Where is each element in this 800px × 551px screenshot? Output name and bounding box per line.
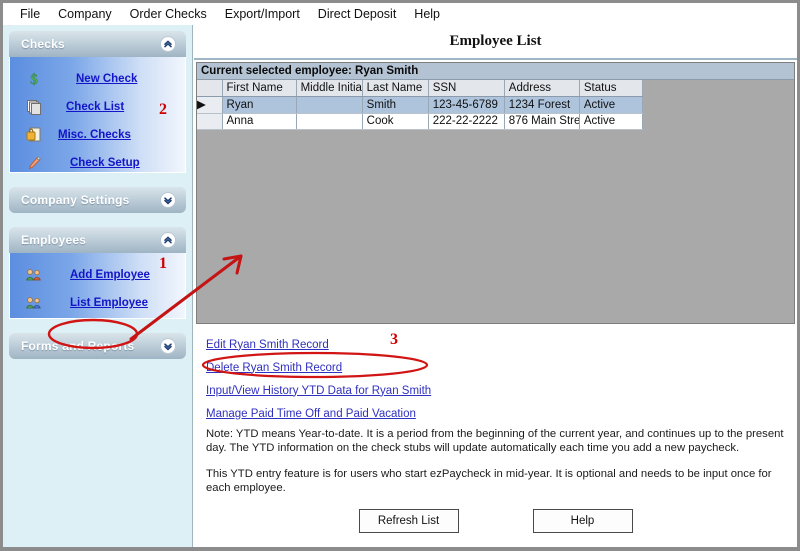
panel-header-employees[interactable]: Employees — [9, 227, 186, 253]
cell-first-name[interactable]: Anna — [222, 113, 296, 129]
chevron-down-icon[interactable] — [160, 192, 176, 208]
column-header-ssn[interactable]: SSN — [428, 80, 504, 96]
cell-first-name[interactable]: Ryan — [222, 96, 296, 113]
dollar-icon: $ — [24, 70, 44, 88]
panel-title-checks: Checks — [21, 37, 65, 51]
menu-item-direct-deposit[interactable]: Direct Deposit — [309, 5, 406, 23]
panel-checks: Checks $ New Check — [9, 31, 186, 173]
panel-forms-and-reports: Forms and Reports — [9, 333, 186, 359]
panel-title-employees: Employees — [21, 233, 86, 247]
employee-grid[interactable]: Current selected employee: Ryan Smith Fi… — [196, 62, 795, 324]
grid-caption: Current selected employee: Ryan Smith — [197, 63, 794, 80]
panel-header-checks[interactable]: Checks — [9, 31, 186, 57]
sidebar-item-misc-checks[interactable]: Misc. Checks — [14, 121, 181, 149]
sidebar-item-add-employee[interactable]: Add Employee — [14, 261, 181, 289]
cell-address[interactable]: 876 Main Stre — [504, 113, 579, 129]
cell-last-name[interactable]: Cook — [362, 113, 428, 129]
panel-company-settings: Company Settings — [9, 187, 186, 213]
sidebar-item-label: Add Employee — [70, 269, 150, 281]
notes-block: Note: YTD means Year-to-date. It is a pe… — [206, 427, 786, 507]
row-selector-arrow-icon[interactable]: ▶ — [197, 96, 222, 113]
sidebar: Checks $ New Check — [3, 25, 193, 551]
menu-bar: File Company Order Checks Export/Import … — [3, 3, 797, 25]
input-view-ytd-link[interactable]: Input/View History YTD Data for Ryan Smi… — [206, 385, 431, 397]
users-icon — [24, 266, 44, 284]
link-row: Edit Ryan Smith Record — [206, 333, 766, 356]
column-header-middle-initial[interactable]: Middle Initial — [296, 80, 362, 96]
title-divider — [194, 58, 797, 60]
table-header-row: First Name Middle Initial Last Name SSN … — [197, 80, 643, 96]
table-row[interactable]: Anna Cook 222-22-2222 876 Main Stre Acti… — [197, 113, 643, 129]
sidebar-item-label: New Check — [76, 73, 137, 85]
menu-item-company[interactable]: Company — [49, 5, 121, 23]
panel-title-forms-and-reports: Forms and Reports — [21, 339, 134, 353]
sidebar-item-new-check[interactable]: $ New Check — [14, 65, 181, 93]
column-header-address[interactable]: Address — [504, 80, 579, 96]
record-action-links: Edit Ryan Smith Record Delete Ryan Smith… — [206, 333, 766, 425]
cell-last-name[interactable]: Smith — [362, 96, 428, 113]
main-content: Employee List Current selected employee:… — [194, 25, 797, 551]
menu-item-order-checks[interactable]: Order Checks — [121, 5, 216, 23]
panel-header-forms-and-reports[interactable]: Forms and Reports — [9, 333, 186, 359]
panel-title-company-settings: Company Settings — [21, 193, 130, 207]
delete-record-link[interactable]: Delete Ryan Smith Record — [206, 362, 342, 374]
wrench-icon — [24, 154, 44, 172]
page-title: Employee List — [194, 33, 797, 50]
sidebar-item-check-setup[interactable]: Check Setup — [14, 149, 181, 177]
help-button[interactable]: Help — [533, 509, 633, 533]
link-row: Input/View History YTD Data for Ryan Smi… — [206, 379, 766, 402]
menu-item-help[interactable]: Help — [405, 5, 449, 23]
panel-header-company-settings[interactable]: Company Settings — [9, 187, 186, 213]
manage-pto-link[interactable]: Manage Paid Time Off and Paid Vacation — [206, 408, 416, 420]
sidebar-item-list-employee[interactable]: List Employee — [14, 289, 181, 317]
link-row: Delete Ryan Smith Record — [206, 356, 766, 379]
button-bar: Refresh List Help — [194, 509, 797, 533]
chevron-up-icon[interactable] — [160, 36, 176, 52]
note-ytd-usage: This YTD entry feature is for users who … — [206, 467, 786, 495]
menu-item-file[interactable]: File — [11, 5, 49, 23]
chevron-down-icon[interactable] — [160, 338, 176, 354]
link-row: Manage Paid Time Off and Paid Vacation — [206, 402, 766, 425]
document-lock-icon — [24, 126, 44, 144]
cell-status[interactable]: Active — [579, 113, 642, 129]
row-selector-header — [197, 80, 222, 96]
row-selector[interactable] — [197, 113, 222, 129]
column-header-first-name[interactable]: First Name — [222, 80, 296, 96]
cell-status[interactable]: Active — [579, 96, 642, 113]
annotation-marker-2: 2 — [159, 101, 167, 119]
cell-ssn[interactable]: 123-45-6789 — [428, 96, 504, 113]
users-icon — [24, 294, 44, 312]
column-header-last-name[interactable]: Last Name — [362, 80, 428, 96]
svg-text:$: $ — [30, 72, 38, 88]
menu-item-export-import[interactable]: Export/Import — [216, 5, 309, 23]
cell-middle-initial[interactable] — [296, 113, 362, 129]
panel-body-employees: Add Employee List Employee 1 — [9, 253, 186, 319]
panel-employees: Employees — [9, 227, 186, 319]
sidebar-item-label: Check List — [66, 101, 124, 113]
edit-record-link[interactable]: Edit Ryan Smith Record — [206, 339, 329, 351]
panel-body-checks: $ New Check Check List — [9, 57, 186, 173]
cell-ssn[interactable]: 222-22-2222 — [428, 113, 504, 129]
column-header-status[interactable]: Status — [579, 80, 642, 96]
annotation-marker-3: 3 — [390, 331, 398, 349]
sidebar-item-label: Misc. Checks — [58, 129, 131, 141]
refresh-list-button[interactable]: Refresh List — [359, 509, 459, 533]
chevron-up-icon[interactable] — [160, 232, 176, 248]
table-row[interactable]: ▶ Ryan Smith 123-45-6789 1234 Forest Act… — [197, 96, 643, 113]
annotation-marker-1: 1 — [159, 255, 167, 273]
note-ytd-definition: Note: YTD means Year-to-date. It is a pe… — [206, 427, 786, 455]
documents-stack-icon — [24, 98, 44, 116]
employee-table[interactable]: First Name Middle Initial Last Name SSN … — [197, 80, 643, 130]
cell-middle-initial[interactable] — [296, 96, 362, 113]
application-window: File Company Order Checks Export/Import … — [0, 0, 800, 551]
sidebar-item-check-list[interactable]: Check List — [14, 93, 181, 121]
cell-address[interactable]: 1234 Forest — [504, 96, 579, 113]
sidebar-item-label: List Employee — [70, 297, 148, 309]
sidebar-item-label: Check Setup — [70, 157, 140, 169]
